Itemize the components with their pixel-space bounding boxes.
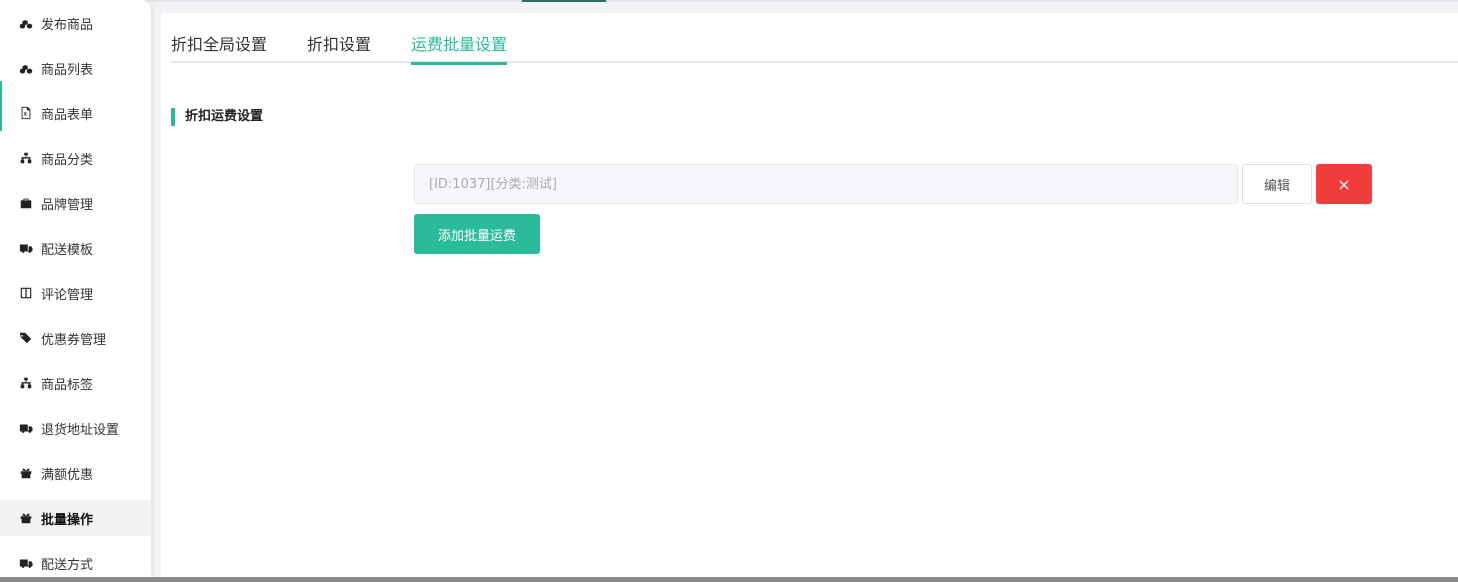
sitemap-icon: [18, 150, 34, 166]
sidebar-item-return-address[interactable]: 退货地址设置: [0, 410, 151, 446]
sidebar-item-product-form[interactable]: 商品表单: [0, 95, 151, 131]
truck-icon: [18, 555, 34, 571]
cubes-icon: [18, 60, 34, 76]
tab-batch-shipping-settings[interactable]: 运费批量设置: [411, 31, 508, 65]
top-strip: [0, 0, 1458, 2]
sidebar-item-full-discount[interactable]: 满额优惠: [0, 455, 151, 491]
tab-discount-global-settings[interactable]: 折扣全局设置: [171, 31, 267, 63]
sidebar-item-label: 商品标签: [41, 377, 94, 393]
sidebar-item-label: 评论管理: [41, 287, 94, 303]
tags-icon: [18, 330, 34, 346]
sidebar-item-label: 配送模板: [41, 242, 94, 258]
columns-icon: [18, 285, 34, 301]
delete-button[interactable]: ×: [1316, 164, 1372, 204]
excel-file-icon: [18, 105, 34, 121]
sidebar-item-label: 优惠券管理: [41, 332, 107, 348]
sidebar-item-product-tags[interactable]: 商品标签: [0, 365, 151, 401]
briefcase-icon: [18, 195, 34, 211]
sidebar-item-batch-operation[interactable]: 批量操作: [0, 500, 151, 536]
sidebar-item-label: 满额优惠: [41, 467, 94, 483]
sidebar-item-brand-management[interactable]: 品牌管理: [0, 185, 151, 221]
sidebar-item-label: 商品分类: [41, 152, 94, 168]
top-strip-accent: [522, 0, 606, 2]
sidebar-item-label: 配送方式: [41, 557, 94, 573]
sidebar-item-delivery-method[interactable]: 配送方式: [0, 545, 151, 577]
sidebar-item-product-category[interactable]: 商品分类: [0, 140, 151, 176]
sidebar-item-label: 批量操作: [41, 512, 94, 528]
sidebar-item-label: 发布商品: [41, 17, 94, 33]
gift-icon: [18, 510, 34, 526]
sidebar-item-label: 品牌管理: [41, 197, 94, 213]
close-icon: ×: [1337, 174, 1351, 194]
sidebar-item-label: 退货地址设置: [41, 422, 120, 438]
truck-icon: [18, 420, 34, 436]
sidebar-item-product-list[interactable]: 商品列表: [0, 50, 151, 86]
sidebar-item-label: 商品列表: [41, 62, 94, 78]
cubes-icon: [18, 15, 34, 31]
add-batch-shipping-button[interactable]: 添加批量运费: [414, 214, 540, 254]
main-panel: 折扣全局设置 折扣设置 运费批量设置 折扣运费设置 编辑 × 添加批量运费: [161, 13, 1458, 577]
sidebar: 发布商品 商品列表 商品表单 商品分类 品牌管理 配送模板 评论管理 优惠券管理…: [0, 0, 151, 577]
sidebar-item-review-management[interactable]: 评论管理: [0, 275, 151, 311]
tab-discount-settings[interactable]: 折扣设置: [307, 31, 371, 63]
gift-icon: [18, 465, 34, 481]
truck-icon: [18, 240, 34, 256]
sitemap-icon: [18, 375, 34, 391]
section-title: 折扣运费设置: [171, 108, 263, 126]
sidebar-item-coupon-management[interactable]: 优惠券管理: [0, 320, 151, 356]
sidebar-item-delivery-template[interactable]: 配送模板: [0, 230, 151, 266]
edit-button[interactable]: 编辑: [1242, 164, 1312, 204]
sidebar-item-publish-product[interactable]: 发布商品: [0, 5, 151, 41]
bottom-strip: [0, 577, 1458, 582]
sidebar-item-label: 商品表单: [41, 107, 94, 123]
shipping-rule-input[interactable]: [414, 164, 1238, 204]
tab-bar: 折扣全局设置 折扣设置 运费批量设置: [171, 13, 1458, 65]
